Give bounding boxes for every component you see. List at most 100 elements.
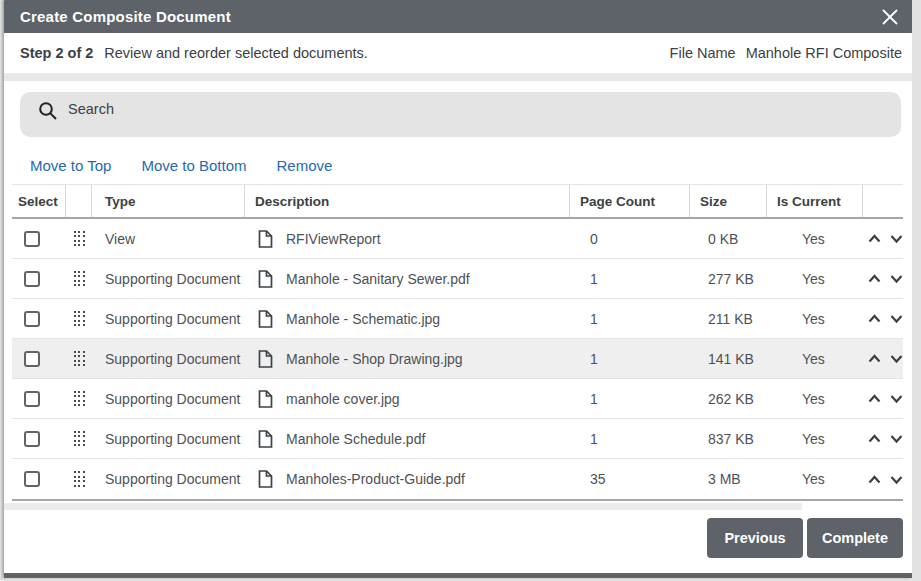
row-page-count: 35	[570, 471, 690, 487]
move-down-icon[interactable]	[889, 352, 904, 365]
row-size: 837 KB	[690, 431, 767, 447]
move-to-bottom-link[interactable]: Move to Bottom	[141, 157, 246, 174]
document-icon	[258, 470, 273, 488]
row-description: Manhole - Shop Drawing.jpg	[286, 351, 463, 367]
drag-handle-icon[interactable]	[74, 391, 85, 407]
move-up-icon[interactable]	[867, 312, 882, 325]
move-up-icon[interactable]	[867, 432, 882, 445]
document-icon	[258, 390, 273, 408]
step-bar: Step 2 of 2 Review and reorder selected …	[4, 33, 912, 73]
header-description: Description	[245, 185, 570, 217]
documents-table: Select Type Description Page Count Size …	[12, 184, 903, 501]
close-icon[interactable]	[880, 7, 900, 27]
dialog-footer: Previous Complete	[707, 518, 903, 558]
move-up-icon[interactable]	[867, 272, 882, 285]
row-size: 262 KB	[690, 391, 767, 407]
row-type: Supporting Document	[92, 271, 245, 287]
row-is-current: Yes	[767, 271, 863, 287]
dialog-title: Create Composite Document	[20, 8, 231, 25]
row-type: Supporting Document	[92, 311, 245, 327]
move-down-icon[interactable]	[889, 392, 904, 405]
move-down-icon[interactable]	[889, 312, 904, 325]
row-is-current: Yes	[767, 231, 863, 247]
previous-button[interactable]: Previous	[707, 518, 803, 558]
horizontal-scrollbar[interactable]	[4, 503, 802, 510]
dialog-header: Create Composite Document	[4, 0, 912, 33]
search-icon	[38, 101, 58, 125]
table-row: Supporting Document manhole cover.jpg 1 …	[12, 379, 903, 419]
row-type: Supporting Document	[92, 391, 245, 407]
row-page-count: 1	[570, 311, 690, 327]
document-icon	[258, 350, 273, 368]
row-type: Supporting Document	[92, 471, 245, 487]
remove-link[interactable]: Remove	[277, 157, 333, 174]
move-down-icon[interactable]	[889, 473, 904, 486]
row-description: Manhole - Schematic.jpg	[286, 311, 440, 327]
document-icon	[258, 310, 273, 328]
row-description: Manhole - Sanitary Sewer.pdf	[286, 271, 470, 287]
table-row: Supporting Document Manhole - Shop Drawi…	[12, 339, 903, 379]
row-checkbox[interactable]	[24, 271, 40, 287]
row-size: 3 MB	[690, 471, 767, 487]
drag-handle-icon[interactable]	[74, 271, 85, 287]
table-row: View RFIViewReport 0 0 KB Yes	[12, 219, 903, 259]
row-page-count: 0	[570, 231, 690, 247]
row-checkbox[interactable]	[24, 431, 40, 447]
drag-handle-icon[interactable]	[74, 471, 85, 487]
move-up-icon[interactable]	[867, 473, 882, 486]
move-down-icon[interactable]	[889, 232, 904, 245]
row-page-count: 1	[570, 391, 690, 407]
row-page-count: 1	[570, 271, 690, 287]
row-size: 211 KB	[690, 311, 767, 327]
table-row: Supporting Document Manhole - Sanitary S…	[12, 259, 903, 299]
row-type: Supporting Document	[92, 351, 245, 367]
drag-handle-icon[interactable]	[74, 311, 85, 327]
document-icon	[258, 230, 273, 248]
drag-handle-icon[interactable]	[74, 431, 85, 447]
table-row: Supporting Document Manholes-Product-Gui…	[12, 459, 903, 499]
search-input[interactable]: Search	[20, 92, 901, 137]
move-down-icon[interactable]	[889, 432, 904, 445]
row-checkbox[interactable]	[24, 311, 40, 327]
row-checkbox[interactable]	[24, 351, 40, 367]
file-name-value: Manhole RFI Composite	[746, 45, 902, 61]
row-description: manhole cover.jpg	[286, 391, 400, 407]
table-row: Supporting Document Manhole Schedule.pdf…	[12, 419, 903, 459]
row-description: Manhole Schedule.pdf	[286, 431, 425, 447]
row-description: RFIViewReport	[286, 231, 381, 247]
document-icon	[258, 430, 273, 448]
move-down-icon[interactable]	[889, 272, 904, 285]
row-size: 277 KB	[690, 271, 767, 287]
file-name-label: File Name	[670, 45, 736, 61]
row-size: 0 KB	[690, 231, 767, 247]
header-size: Size	[690, 185, 767, 217]
move-up-icon[interactable]	[867, 232, 882, 245]
move-up-icon[interactable]	[867, 392, 882, 405]
row-checkbox[interactable]	[24, 391, 40, 407]
search-placeholder: Search	[68, 101, 114, 117]
header-page-count: Page Count	[570, 185, 690, 217]
row-type: Supporting Document	[92, 431, 245, 447]
complete-button[interactable]: Complete	[807, 518, 903, 558]
row-checkbox[interactable]	[24, 231, 40, 247]
row-page-count: 1	[570, 431, 690, 447]
row-is-current: Yes	[767, 351, 863, 367]
row-checkbox[interactable]	[24, 471, 40, 487]
move-to-top-link[interactable]: Move to Top	[30, 157, 111, 174]
row-type: View	[92, 231, 245, 247]
row-description: Manholes-Product-Guide.pdf	[286, 471, 465, 487]
drag-handle-icon[interactable]	[74, 231, 85, 247]
row-is-current: Yes	[767, 471, 863, 487]
header-reorder	[863, 185, 903, 217]
create-composite-document-dialog: Create Composite Document Step 2 of 2 Re…	[4, 0, 912, 578]
row-is-current: Yes	[767, 391, 863, 407]
row-is-current: Yes	[767, 431, 863, 447]
drag-handle-icon[interactable]	[74, 351, 85, 367]
move-up-icon[interactable]	[867, 352, 882, 365]
row-is-current: Yes	[767, 311, 863, 327]
row-page-count: 1	[570, 351, 690, 367]
header-select: Select	[12, 185, 66, 217]
document-icon	[258, 270, 273, 288]
step-description: Review and reorder selected documents.	[104, 45, 368, 61]
step-label: Step 2 of 2	[20, 45, 93, 61]
